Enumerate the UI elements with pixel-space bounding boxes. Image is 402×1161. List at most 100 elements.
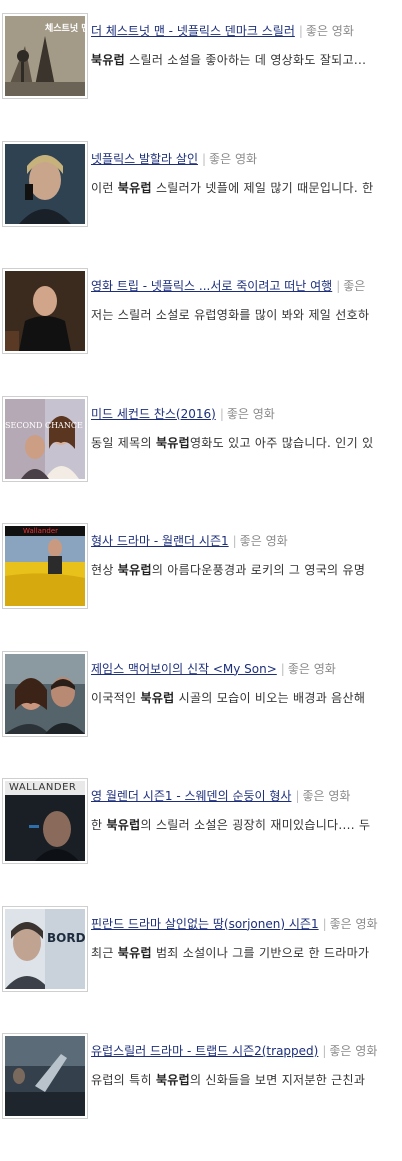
post-category-link[interactable]: 좋은 영화	[227, 407, 275, 421]
separator: |	[295, 789, 300, 803]
snippet-highlight: 북유럽	[140, 690, 175, 705]
post-title-link[interactable]: 미드 세컨드 찬스(2016)	[91, 407, 216, 421]
snippet-text: 이런	[91, 180, 118, 195]
thumbnail-image	[5, 271, 85, 351]
snippet-text: 현상	[91, 563, 118, 577]
post-title-link[interactable]: 더 체스트넛 맨 - 넷플릭스 덴마크 스릴러	[91, 24, 295, 38]
thumbnail-image	[5, 653, 85, 734]
snippet-text: 영화도 있고 아주 많습니다. 인기 있	[189, 435, 374, 450]
post-thumbnail[interactable]: 체스트넛 맨	[2, 13, 88, 99]
post-category-link[interactable]: 좋은 영화	[240, 534, 288, 548]
post-snippet: 북유럽 스릴러 소설을 좋아하는 데 영상화도 잘되고...	[91, 52, 366, 68]
post-title-link[interactable]: 핀란드 드라마 살인없는 땅(sorjonen) 시즌1	[91, 917, 319, 931]
post-title-line: 핀란드 드라마 살인없는 땅(sorjonen) 시즌1 | 좋은 영화	[91, 916, 378, 932]
snippet-text: 유럽의 특히	[91, 1073, 156, 1087]
thumbnail-caption: BORD TOV	[47, 930, 85, 945]
snippet-highlight: 북유럽	[155, 435, 190, 450]
post-snippet: 이국적인 북유럽 시골의 모습이 비오는 배경과 음산해	[91, 690, 365, 706]
list-item: WALLANDER 영 월렌더 시즌1 - 스웨덴의 순둥이 형사 | 좋은 영화 …	[0, 778, 402, 906]
snippet-text: 의 신화들을 보면 지저분한 근친과	[189, 1073, 366, 1087]
snippet-text: 범죄 소설이나 그를 기반으로 한 드라마가	[151, 945, 370, 960]
post-title-link[interactable]: 형사 드라마 - 월랜더 시즌1	[91, 534, 229, 548]
post-title-line: 넷플릭스 발할라 살인 | 좋은 영화	[91, 151, 257, 167]
separator: |	[322, 916, 327, 931]
post-thumbnail[interactable]	[2, 1033, 88, 1119]
list-item: BORD TOV 핀란드 드라마 살인없는 땅(sorjonen) 시즌1|좋은…	[0, 905, 402, 1034]
post-category-link[interactable]: 좋은 영화	[303, 789, 351, 803]
post-title-link[interactable]: 영화 트립 - 넷플릭스 ...서로 죽이려고 떠난 여행	[91, 279, 332, 293]
post-snippet: 유럽의 특히 북유럽의 신화들을 보면 지저분한 근친과	[91, 1072, 365, 1088]
post-title-line: 더 체스트넛 맨 - 넷플릭스 덴마크 스릴러 | 좋은 영화	[91, 23, 354, 39]
list-item: 영화 트립 - 넷플릭스 ...서로 죽이려고 떠난 여행 | 좋은 저는 스릴러 …	[0, 268, 402, 396]
snippet-highlight: 북유럽	[117, 180, 152, 195]
post-category-link[interactable]: 좋은 영화	[209, 152, 257, 166]
list-item: 넷플릭스 발할라 살인 | 좋은 영화 이런 북유럽 스릴러가 넷플에 제일 많기 …	[0, 140, 402, 269]
separator: |	[219, 406, 224, 421]
post-category-link[interactable]: 좋은 영화	[329, 1044, 377, 1058]
post-title-link[interactable]: 영 월렌더 시즌1 - 스웨덴의 순둥이 형사	[91, 789, 291, 803]
thumbnail-image: WALLANDER	[5, 781, 85, 861]
separator: |	[298, 24, 303, 38]
list-item: Wallander 형사 드라마 - 월랜더 시즌1 | 좋은 영화 현상 북유럽의…	[0, 523, 402, 651]
separator: |	[232, 534, 237, 548]
post-title-link[interactable]: 넷플릭스 발할라 살인	[91, 152, 198, 166]
post-title-link[interactable]: 유럽스릴러 드라마 - 트랩드 시즌2(trapped)	[91, 1044, 318, 1058]
snippet-highlight: 북유럽	[106, 818, 141, 832]
post-title-line: 영 월렌더 시즌1 - 스웨덴의 순둥이 형사 | 좋은 영화	[91, 788, 350, 804]
post-thumbnail[interactable]: Wallander	[2, 523, 88, 609]
post-snippet: 동일 제목의 북유럽영화도 있고 아주 많습니다. 인기 있	[91, 435, 373, 451]
thumbnail-image: BORD TOV	[5, 908, 85, 989]
snippet-text: 의 스릴러 소설은 굉장히 재미있습니다.... 두	[140, 818, 371, 832]
post-category-link[interactable]: 좋은 영화	[288, 662, 336, 676]
post-snippet: 최근 북유럽 범죄 소설이나 그를 기반으로 한 드라마가	[91, 945, 369, 961]
post-category-link[interactable]: 좋은	[343, 279, 365, 293]
post-thumbnail[interactable]: SECOND CHANCE	[2, 395, 88, 482]
post-title-line: 제임스 맥어보이의 신작 <My Son> | 좋은 영화	[91, 661, 336, 677]
separator: |	[336, 279, 341, 293]
post-thumbnail[interactable]: BORD TOV	[2, 905, 88, 992]
snippet-highlight: 북유럽	[155, 1073, 190, 1087]
snippet-text: 시골의 모습이 비오는 배경과 음산해	[174, 690, 366, 705]
post-thumbnail[interactable]	[2, 268, 88, 354]
post-title-line: 영화 트립 - 넷플릭스 ...서로 죽이려고 떠난 여행 | 좋은	[91, 278, 365, 294]
snippet-text: 이국적인	[91, 690, 141, 705]
post-thumbnail[interactable]	[2, 140, 88, 227]
snippet-text: 의 아름다운풍경과 로키의 그 영국의 유명	[151, 563, 366, 577]
post-snippet: 이런 북유럽 스릴러가 넷플에 제일 많기 때문입니다. 한	[91, 180, 373, 196]
thumbnail-caption: WALLANDER	[9, 782, 77, 793]
post-thumbnail[interactable]	[2, 650, 88, 737]
post-snippet: 현상 북유럽의 아름다운풍경과 로키의 그 영국의 유명	[91, 562, 365, 578]
snippet-text: 저는 스릴러 소설로 유럽영화를 많이 봐와 제일 선호하	[91, 308, 370, 322]
post-snippet: 한 북유럽의 스릴러 소설은 굉장히 재미있습니다.... 두	[91, 817, 370, 833]
list-item: SECOND CHANCE 미드 세컨드 찬스(2016)|좋은 영화 동일 제…	[0, 395, 402, 524]
snippet-text: 최근	[91, 945, 118, 960]
post-category-link[interactable]: 좋은 영화	[306, 24, 354, 38]
separator: |	[202, 151, 207, 166]
snippet-highlight: 북유럽	[91, 53, 126, 67]
snippet-text: 스릴러 소설을 좋아하는 데 영상화도 잘되고...	[125, 53, 367, 67]
snippet-text: 동일 제목의	[91, 435, 156, 450]
list-item: 제임스 맥어보이의 신작 <My Son> | 좋은 영화 이국적인 북유럽 시골의…	[0, 650, 402, 779]
thumbnail-image: Wallander	[5, 526, 85, 606]
post-category-link[interactable]: 좋은 영화	[330, 917, 378, 931]
thumbnail-caption: 체스트넛 맨	[45, 24, 85, 34]
thumbnail-image	[5, 1036, 85, 1116]
list-item: 유럽스릴러 드라마 - 트랩드 시즌2(trapped) | 좋은 영화 유럽의 특…	[0, 1033, 402, 1161]
snippet-text: 스릴러가 넷플에 제일 많기 때문입니다. 한	[151, 180, 374, 195]
related-posts-list: 체스트넛 맨 더 체스트넛 맨 - 넷플릭스 덴마크 스릴러|좋은 영화 북유럽…	[0, 13, 402, 1161]
post-title-line: 유럽스릴러 드라마 - 트랩드 시즌2(trapped) | 좋은 영화	[91, 1043, 377, 1059]
thumbnail-image	[5, 143, 85, 224]
separator: |	[322, 1044, 327, 1058]
post-thumbnail[interactable]: WALLANDER	[2, 778, 88, 864]
thumbnail-image: 체스트넛 맨	[5, 16, 85, 96]
post-title-link[interactable]: 제임스 맥어보이의 신작 <My Son>	[91, 662, 277, 676]
snippet-highlight: 북유럽	[117, 945, 152, 960]
post-snippet: 저는 스릴러 소설로 유럽영화를 많이 봐와 제일 선호하	[91, 307, 369, 323]
thumbnail-image: SECOND CHANCE	[5, 398, 85, 479]
post-title-line: 형사 드라마 - 월랜더 시즌1 | 좋은 영화	[91, 533, 288, 549]
snippet-text: 한	[91, 818, 107, 832]
separator: |	[280, 661, 285, 676]
post-title-line: 미드 세컨드 찬스(2016) | 좋은 영화	[91, 406, 275, 422]
list-item: 체스트넛 맨 더 체스트넛 맨 - 넷플릭스 덴마크 스릴러|좋은 영화 북유럽…	[0, 13, 402, 141]
snippet-highlight: 북유럽	[117, 563, 152, 577]
